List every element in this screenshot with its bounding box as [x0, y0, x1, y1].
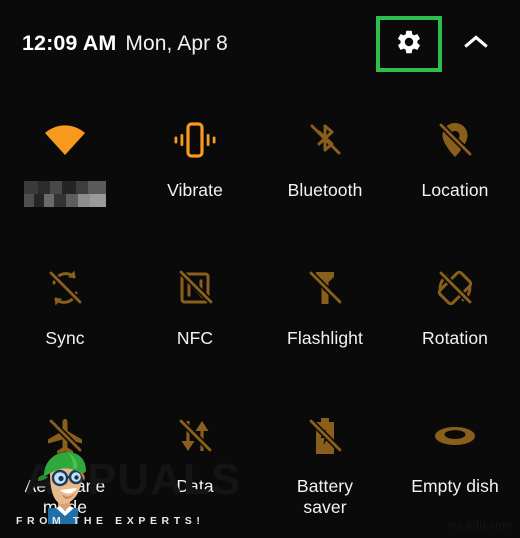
tile-label-battery-saver: Battery saver	[296, 476, 354, 517]
tile-location[interactable]: Location	[390, 96, 520, 244]
tile-label-vibrate: Vibrate	[167, 180, 223, 200]
tile-battery-saver[interactable]: Battery saver	[260, 392, 390, 538]
tile-empty-dish[interactable]: Empty dish	[390, 392, 520, 538]
airplane-off-icon	[39, 410, 91, 462]
tile-rotation[interactable]: Rotation	[390, 244, 520, 392]
tile-label-empty-dish: Empty dish	[411, 476, 499, 496]
tile-nfc[interactable]: NFC	[130, 244, 260, 392]
tile-sync[interactable]: Sync	[0, 244, 130, 392]
battery-saver-off-icon	[299, 410, 351, 462]
tile-aeroplane-mode[interactable]: Aeroplane mode	[0, 392, 130, 538]
tile-label-data: Data	[176, 476, 214, 496]
quick-settings-tile-grid: Vibrate Bluetooth Location Sync NFC Flas…	[0, 96, 520, 538]
quick-settings-header: 12:09 AM Mon, Apr 8	[0, 0, 520, 88]
sync-off-icon	[39, 262, 91, 314]
location-off-icon	[429, 114, 481, 166]
gear-icon	[395, 28, 423, 61]
tile-flashlight[interactable]: Flashlight	[260, 244, 390, 392]
chevron-up-icon	[464, 34, 488, 54]
empty-dish-icon	[429, 410, 481, 462]
tile-label-location: Location	[421, 180, 489, 200]
tile-label-aeroplane-mode: Aeroplane mode	[24, 476, 106, 517]
bluetooth-off-icon	[299, 114, 351, 166]
status-time: 12:09 AM	[22, 31, 117, 56]
tile-label-flashlight: Flashlight	[287, 328, 363, 348]
rotation-off-icon	[429, 262, 481, 314]
data-off-icon	[169, 410, 221, 462]
tile-label-wifi	[24, 181, 106, 207]
tile-label-rotation: Rotation	[422, 328, 488, 348]
wifi-icon	[39, 114, 91, 166]
settings-button[interactable]	[376, 16, 442, 72]
tile-wifi[interactable]	[0, 96, 130, 244]
collapse-button[interactable]	[456, 24, 496, 64]
tile-label-nfc: NFC	[176, 328, 214, 348]
flashlight-off-icon	[299, 262, 351, 314]
tile-data[interactable]: Data	[130, 392, 260, 538]
vibrate-icon	[169, 114, 221, 166]
tile-vibrate[interactable]: Vibrate	[130, 96, 260, 244]
tile-bluetooth[interactable]: Bluetooth	[260, 96, 390, 244]
clock-group: 12:09 AM Mon, Apr 8	[22, 33, 228, 55]
status-date: Mon, Apr 8	[125, 32, 228, 56]
tile-label-bluetooth: Bluetooth	[287, 180, 363, 200]
tile-label-sync: Sync	[45, 328, 85, 348]
nfc-off-icon	[169, 262, 221, 314]
